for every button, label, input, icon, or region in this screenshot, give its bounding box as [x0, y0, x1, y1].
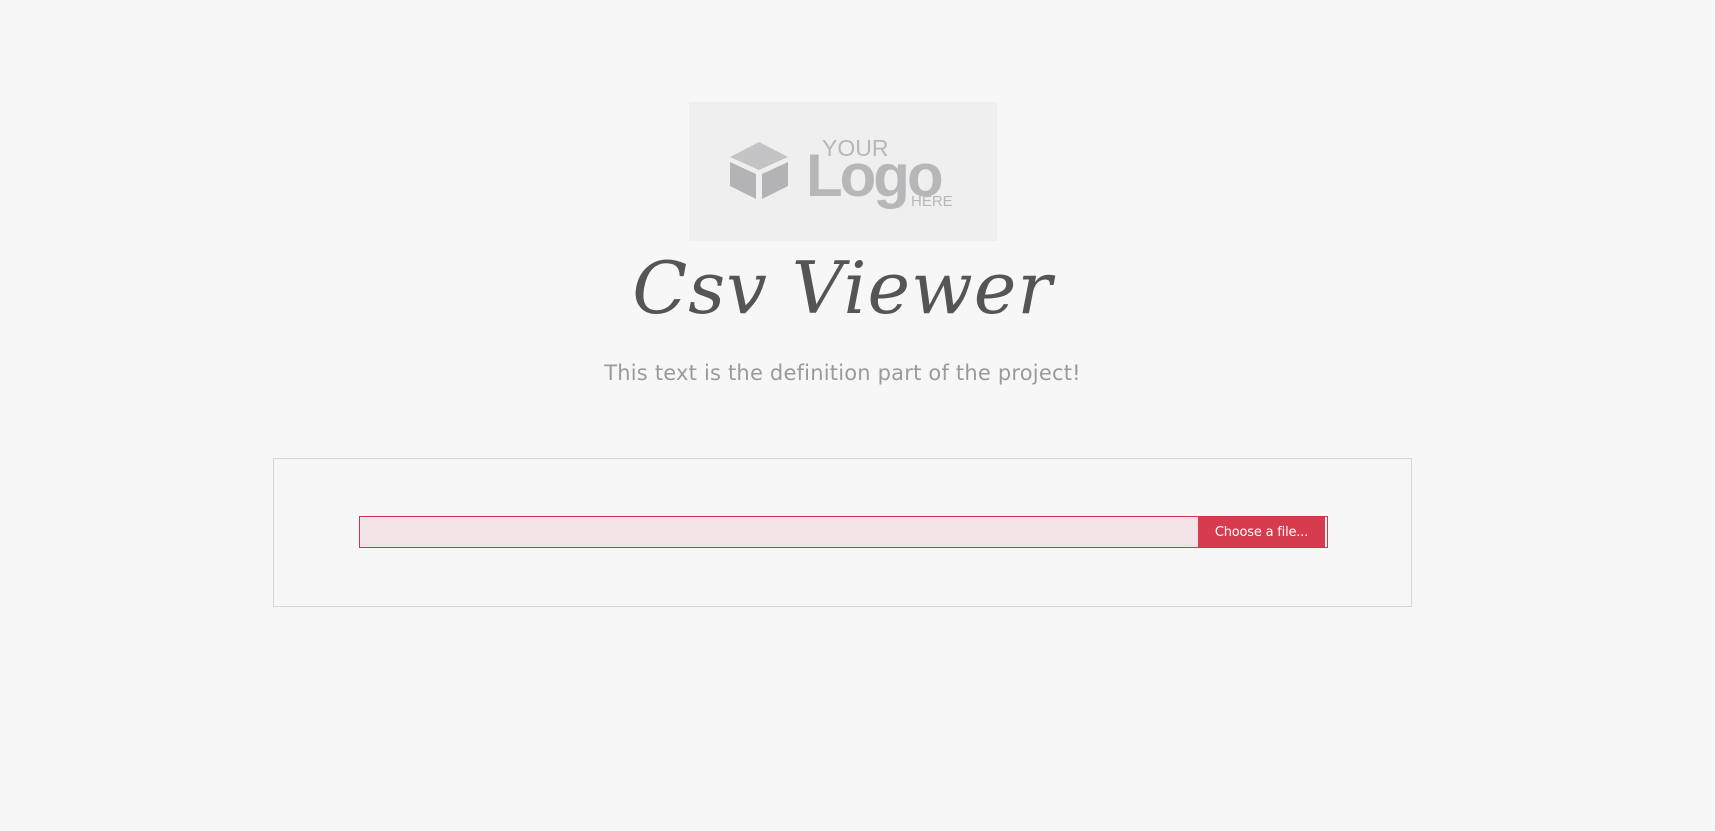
file-name-field[interactable] — [360, 517, 1198, 547]
page-subtitle: This text is the definition part of the … — [604, 361, 1081, 385]
logo: YOUR Logo HERE — [689, 102, 997, 241]
choose-file-button[interactable]: Choose a file... — [1198, 517, 1327, 547]
logo-text-here: HERE — [911, 193, 953, 210]
upload-panel: Choose a file... — [273, 458, 1412, 607]
page-title: Csv Viewer — [632, 246, 1053, 330]
cube-icon — [730, 142, 788, 199]
file-input-group: Choose a file... — [359, 516, 1328, 548]
logo-image: YOUR Logo HERE — [730, 135, 953, 210]
